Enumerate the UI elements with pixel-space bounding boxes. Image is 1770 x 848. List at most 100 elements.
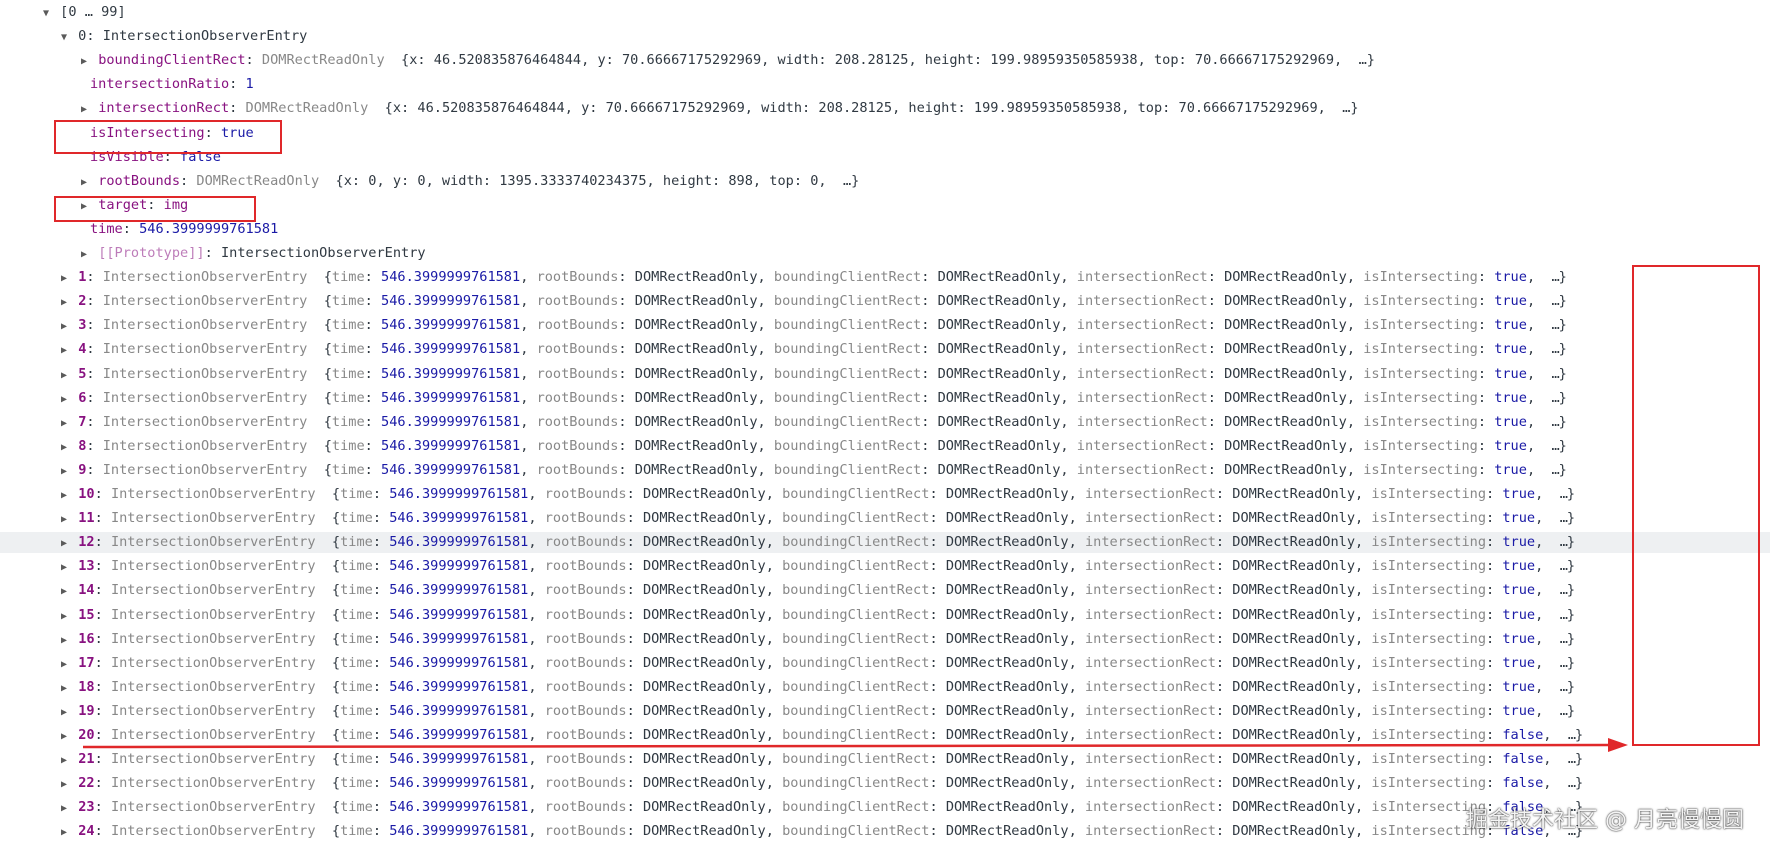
sep: : [626, 775, 643, 792]
key-bcr: boundingClientRect [782, 654, 930, 671]
expand-triangle-icon[interactable]: ▶ [58, 461, 70, 482]
sep: , [1355, 510, 1372, 527]
entry-summary-row[interactable]: ▶ 21: IntersectionObserverEntry {time: 5… [0, 749, 1770, 770]
entry-summary-row[interactable]: ▶ 22: IntersectionObserverEntry {time: 5… [0, 773, 1770, 794]
brace: { [315, 799, 341, 816]
entry-summary-row[interactable]: ▶ 4: IntersectionObserverEntry {time: 54… [0, 339, 1770, 360]
value-rect: DOMRectReadOnly [937, 389, 1061, 406]
entry-summary-row[interactable]: ▶ 15: IntersectionObserverEntry {time: 5… [0, 605, 1770, 626]
expand-triangle-icon[interactable]: ▶ [58, 798, 70, 819]
expand-triangle-icon[interactable]: ▶ [58, 750, 70, 771]
entry-summary-row[interactable]: ▶ 3: IntersectionObserverEntry {time: 54… [0, 315, 1770, 336]
sep: , [1543, 775, 1568, 792]
expand-triangle-icon[interactable]: ▶ [78, 244, 90, 265]
entry-summary-row[interactable]: ▶ 6: IntersectionObserverEntry {time: 54… [0, 388, 1770, 409]
sep: , [520, 341, 537, 358]
value-rect: DOMRectReadOnly [634, 317, 758, 334]
entry-summary-row[interactable]: ▶ 18: IntersectionObserverEntry {time: 5… [0, 677, 1770, 698]
expand-triangle-icon[interactable]: ▶ [58, 581, 70, 602]
expand-triangle-icon[interactable]: ▶ [58, 292, 70, 313]
entry-0-prop[interactable]: ▶ [[Prototype]]: IntersectionObserverEnt… [0, 243, 1770, 264]
expand-triangle-icon[interactable]: ▶ [78, 172, 90, 193]
sep: : [1207, 293, 1225, 310]
sep: : [1486, 510, 1503, 527]
expand-triangle-icon[interactable]: ▶ [58, 268, 70, 289]
sep: , [1355, 799, 1372, 816]
entry-summary-row[interactable]: ▶ 10: IntersectionObserverEntry {time: 5… [0, 484, 1770, 505]
sep: : [364, 365, 382, 382]
key-time: time [331, 269, 365, 286]
entry-summary-row[interactable]: ▶ 13: IntersectionObserverEntry {time: 5… [0, 556, 1770, 577]
expand-triangle-icon[interactable]: ▶ [78, 99, 90, 120]
expand-triangle-icon[interactable]: ▶ [58, 509, 70, 530]
key-is-intersecting: isIntersecting [1371, 558, 1486, 575]
value-rect: DOMRectReadOnly [1232, 823, 1356, 840]
sep: , [1060, 269, 1077, 286]
entry-summary-row[interactable]: ▶ 8: IntersectionObserverEntry {time: 54… [0, 436, 1770, 457]
entry-summary-row[interactable]: ▶ 1: IntersectionObserverEntry {time: 54… [0, 267, 1770, 288]
expand-triangle-icon[interactable]: ▶ [58, 533, 70, 554]
key-root-bounds: rootBounds [544, 582, 627, 599]
entry-summary-row[interactable]: ▶ 19: IntersectionObserverEntry {time: 5… [0, 701, 1770, 722]
entry-class: IntersectionObserverEntry [110, 534, 316, 551]
expand-triangle-icon[interactable]: ▶ [58, 437, 70, 458]
brace: { [307, 413, 332, 430]
expand-triangle-icon[interactable]: ▶ [58, 726, 70, 747]
entry-class: IntersectionObserverEntry [102, 437, 308, 454]
expand-triangle-icon[interactable]: ▶ [58, 822, 70, 843]
ellipsis: …} [1551, 437, 1567, 454]
expand-triangle-icon[interactable]: ▶ [58, 316, 70, 337]
expand-triangle-icon[interactable]: ▶ [58, 702, 70, 723]
entry-summary-row[interactable]: ▶ 17: IntersectionObserverEntry {time: 5… [0, 653, 1770, 674]
ellipsis: …} [1551, 293, 1567, 310]
entry-0-header[interactable]: ▼ 0: IntersectionObserverEntry [0, 26, 1770, 47]
prop-key: rootBounds [98, 172, 181, 189]
expand-triangle-icon[interactable]: ▶ [58, 606, 70, 627]
entry-summary-row[interactable]: ▶ 5: IntersectionObserverEntry {time: 54… [0, 364, 1770, 385]
entry-0-prop[interactable]: ▶ target: img [0, 195, 1770, 216]
entry-summary-row[interactable]: ▶ 2: IntersectionObserverEntry {time: 54… [0, 291, 1770, 312]
entry-summary-row[interactable]: ▶ 20: IntersectionObserverEntry {time: 5… [0, 725, 1770, 746]
expand-triangle-icon[interactable]: ▶ [58, 774, 70, 795]
entry-summary-row[interactable]: ▶ 12: IntersectionObserverEntry {time: 5… [0, 532, 1770, 554]
sep: : [364, 341, 382, 358]
entry-summary-row[interactable]: ▶ 7: IntersectionObserverEntry {time: 54… [0, 412, 1770, 433]
colon: : [94, 630, 111, 647]
expand-triangle-icon[interactable]: ▶ [78, 51, 90, 72]
array-root-row[interactable]: ▼ [0 … 99] [0, 2, 1770, 23]
key-root-bounds: rootBounds [544, 558, 627, 575]
entry-0-prop[interactable]: ▶ rootBounds: DOMRectReadOnly {x: 0, y: … [0, 171, 1770, 192]
sep: , [1068, 727, 1085, 743]
entry-0-prop[interactable]: ▶ intersectionRect: DOMRectReadOnly {x: … [0, 98, 1770, 119]
expand-triangle-icon[interactable]: ▶ [58, 365, 70, 386]
expand-triangle-icon[interactable]: ▶ [58, 389, 70, 410]
sep: , [520, 365, 537, 382]
sep: : [364, 293, 382, 310]
entry-summary-row[interactable]: ▶ 14: IntersectionObserverEntry {time: 5… [0, 580, 1770, 601]
sep: , [520, 389, 537, 406]
value-time: 546.3999999761581 [381, 365, 521, 382]
expand-triangle-open-icon[interactable]: ▼ [58, 27, 70, 48]
entry-summary-row[interactable]: ▶ 16: IntersectionObserverEntry {time: 5… [0, 629, 1770, 650]
expand-triangle-icon[interactable]: ▶ [58, 678, 70, 699]
sep: : [929, 702, 946, 719]
sep: : [1486, 751, 1503, 768]
expand-triangle-icon[interactable]: ▶ [58, 413, 70, 434]
value-rect: DOMRectReadOnly [642, 654, 766, 671]
sep: : [1486, 534, 1503, 551]
expand-triangle-icon[interactable]: ▶ [58, 557, 70, 578]
expand-triangle-icon[interactable]: ▶ [58, 485, 70, 506]
key-bcr: boundingClientRect [773, 437, 922, 454]
value-rect: DOMRectReadOnly [1232, 606, 1356, 623]
value-rect: DOMRectReadOnly [1232, 486, 1356, 502]
sep: : [618, 413, 635, 430]
expand-triangle-icon[interactable]: ▶ [58, 630, 70, 651]
expand-triangle-open-icon[interactable]: ▼ [40, 3, 52, 24]
key-bcr: boundingClientRect [782, 606, 930, 623]
expand-triangle-icon[interactable]: ▶ [58, 654, 70, 675]
expand-triangle-icon[interactable]: ▶ [58, 340, 70, 361]
entry-summary-row[interactable]: ▶ 9: IntersectionObserverEntry {time: 54… [0, 460, 1770, 481]
entry-summary-row[interactable]: ▶ 11: IntersectionObserverEntry {time: 5… [0, 508, 1770, 529]
entry-0-prop[interactable]: ▶ boundingClientRect: DOMRectReadOnly {x… [0, 50, 1770, 71]
value-is-intersecting: true [1502, 510, 1536, 527]
